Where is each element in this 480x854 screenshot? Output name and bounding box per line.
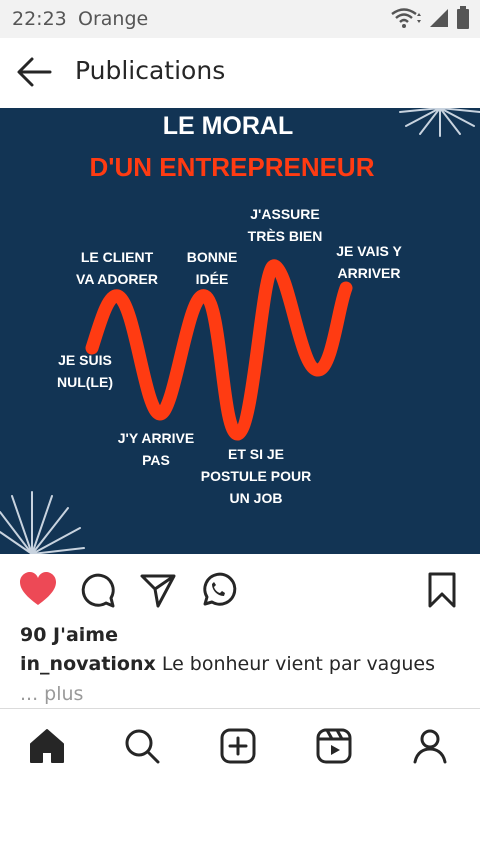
label-jassure-2: TRÈS BIEN [248,228,323,244]
status-time: 22:23 [12,8,67,30]
nav-home[interactable] [25,724,69,768]
label-je-vais-y-2: ARRIVER [337,265,400,281]
label-le-client-2: VA ADORER [76,271,158,287]
mood-wave [85,259,353,441]
wifi-icon [391,8,421,28]
like-button[interactable] [18,570,58,610]
image-title-line1: LE MORAL [163,112,294,140]
status-bar: 22:23 Orange [0,0,480,38]
status-carrier: Orange [78,8,149,30]
label-jassure-1: J'ASSURE [250,206,319,222]
search-icon [125,729,160,764]
label-je-vais-y-1: JE VAIS Y [336,243,402,259]
post-actions [0,560,480,616]
nav-reels[interactable] [312,724,356,768]
label-et-si-je-3: UN JOB [230,490,283,506]
nav-add-post[interactable] [216,724,260,768]
label-bonne-idee-1: BONNE [187,249,238,265]
caption-username[interactable]: in_novationx [20,653,156,675]
profile-icon [413,729,447,764]
likes-count[interactable]: 90 J'aime [20,624,118,646]
label-et-si-je-1: ET SI JE [228,446,284,462]
heart-filled-icon [20,572,56,605]
sunburst-decoration-bottom [0,491,85,554]
post-infographic: LE MORAL D'UN ENTREPRENEUR JE SUIS NUL(L… [0,108,480,554]
save-button[interactable] [422,570,462,610]
reels-icon [316,728,352,764]
bookmark-icon [428,572,456,608]
label-bonne-idee-2: IDÉE [196,271,229,287]
arrow-left-icon [17,57,52,87]
share-button[interactable] [138,570,178,610]
page-title: Publications [75,56,226,85]
send-icon [140,574,176,608]
nav-profile[interactable] [408,724,452,768]
signal-icon [430,9,448,27]
comment-button[interactable] [78,570,118,610]
label-et-si-je-2: POSTULE POUR [201,468,311,484]
label-le-client-1: LE CLIENT [81,249,154,265]
add-post-icon [220,728,256,764]
battery-icon [457,6,469,29]
label-je-suis-nul-2: NUL(LE) [57,374,113,390]
sunburst-decoration-top [399,108,480,137]
post-image[interactable]: LE MORAL D'UN ENTREPRENEUR JE SUIS NUL(L… [0,108,480,554]
back-button[interactable] [14,54,54,90]
comment-icon [81,573,115,608]
whatsapp-button[interactable] [198,570,238,610]
status-icons [390,6,470,30]
caption: in_novationx Le bonheur vient par vagues [20,653,435,675]
image-title-line2: D'UN ENTREPRENEUR [90,152,375,182]
nav-search[interactable] [120,724,164,768]
more-link[interactable]: ... plus [20,683,83,705]
app-bar: Publications [0,38,480,106]
divider [0,708,480,709]
label-jy-arrive-2: PAS [142,452,170,468]
whatsapp-icon [203,572,237,606]
home-icon [30,729,64,763]
caption-text: Le bonheur vient par vagues [161,653,436,675]
label-je-suis-nul-1: JE SUIS [58,352,112,368]
bottom-nav [0,710,480,780]
label-jy-arrive-1: J'Y ARRIVE [118,430,194,446]
